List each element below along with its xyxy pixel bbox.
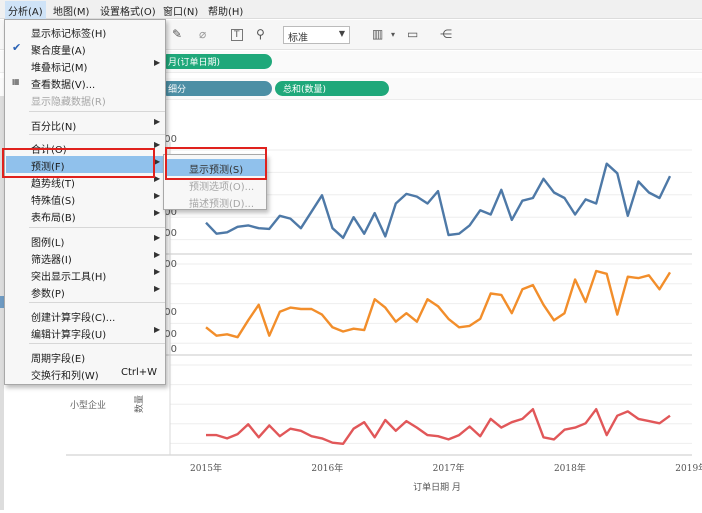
submenu-item: 描述预测(D)... (165, 193, 265, 210)
menu-item[interactable]: 堆叠标记(M) ▶ (6, 57, 164, 74)
menu-item[interactable]: 筛选器(I) ▶ (6, 249, 164, 266)
share-icon[interactable]: ⋲ (440, 27, 452, 41)
submenu-arrow-icon: ▶ (154, 325, 161, 334)
menu-bar: 分析(A) 地图(M) 设置格式(O) 窗口(N) 帮助(H) (0, 0, 702, 20)
submenu-item-label: 预测选项(O)... (189, 182, 255, 193)
menu-item-label: 突出显示工具(H) (31, 272, 107, 283)
menu-window[interactable]: 窗口(N) (163, 3, 198, 18)
menu-separator (29, 343, 165, 344)
menu-item-label: 编辑计算字段(U) (31, 330, 107, 341)
menu-item[interactable]: 突出显示工具(H) ▶ (6, 266, 164, 283)
menu-separator (29, 227, 165, 228)
rows-pill-segment-label: 细分 (168, 85, 187, 95)
menu-item-label: 图例(L) (31, 238, 65, 249)
x-tick-label: 2018年 (554, 462, 586, 474)
menu-map[interactable]: 地图(M) (53, 3, 89, 18)
chevron-down-icon: ▼ (338, 29, 345, 38)
y-tick-label: 00 (164, 134, 177, 145)
menu-item-label: 显示标记标签(H) (31, 29, 107, 40)
mark-type-value: 标准 (288, 33, 308, 44)
y-axis-title: 数量 (133, 395, 145, 413)
show-me-icon[interactable]: ▥ (372, 27, 383, 41)
menu-item[interactable]: 交换行和列(W) Ctrl+W (6, 365, 164, 382)
menu-item[interactable]: 编辑计算字段(U) ▶ (6, 324, 164, 341)
menu-item[interactable]: 特殊值(S) ▶ (6, 190, 164, 207)
menu-help[interactable]: 帮助(H) (208, 3, 243, 18)
row-header-label: 小型企业 (70, 399, 106, 411)
y-tick-label: 0 (171, 344, 177, 355)
series-line-2 (206, 408, 671, 445)
menu-item: 显示隐藏数据(R) (6, 91, 164, 108)
analysis-menu: 显示标记标签(H) ✔ 聚合度量(A) 堆叠标记(M) ▶ ▦ 查看数据(V)... 显示隐藏… (4, 19, 166, 385)
menu-item-label: 特殊值(S) (31, 196, 76, 207)
submenu-arrow-icon: ▶ (154, 250, 161, 259)
rows-pill-segment[interactable]: 细分 (160, 81, 272, 96)
text-icon[interactable]: T (231, 29, 243, 41)
data-grid-icon: ▦ (12, 77, 20, 86)
menu-item-label: 参数(P) (31, 289, 65, 300)
rows-pill-quantity-label: 总和(数量) (283, 85, 327, 95)
x-axis-title: 订单日期 月 (413, 481, 461, 493)
submenu-arrow-icon: ▶ (154, 233, 161, 242)
x-tick-label: 2017年 (433, 462, 465, 474)
menu-analysis[interactable]: 分析(A) (5, 1, 46, 20)
checkmark-icon: ✔ (12, 41, 22, 54)
menu-item-label: 聚合度量(A) (31, 46, 86, 57)
submenu-arrow-icon: ▶ (154, 191, 161, 200)
menu-item-label: 查看数据(V)... (31, 80, 96, 91)
pen-icon[interactable]: ✎ (172, 27, 182, 41)
x-tick-label: 2016年 (311, 462, 343, 474)
mark-type-dropdown[interactable]: 标准 ▼ (283, 26, 350, 44)
menu-item-label: 显示隐藏数据(R) (31, 97, 106, 108)
menu-item-label: 表布局(B) (31, 213, 76, 224)
columns-pill-label: 月(订单日期) (168, 58, 221, 68)
menu-item[interactable]: 表布局(B) ▶ (6, 207, 164, 224)
menu-item[interactable]: 百分比(N) ▶ (6, 116, 164, 133)
menu-item-label: 百分比(N) (31, 122, 77, 133)
highlight-box-forecast (2, 148, 155, 178)
pin-icon[interactable]: ⚲ (256, 27, 265, 41)
highlight-box-show-forecast (165, 147, 267, 180)
menu-item[interactable]: ▦ 查看数据(V)... (6, 74, 164, 91)
paperclip-icon[interactable]: ⌀ (199, 27, 206, 41)
menu-item[interactable]: 周期字段(E) (6, 348, 164, 365)
submenu-arrow-icon: ▶ (154, 208, 161, 217)
chevron-down-icon[interactable]: ▾ (391, 30, 395, 39)
submenu-arrow-icon: ▶ (154, 267, 161, 276)
columns-pill[interactable]: 月(订单日期) (160, 54, 272, 69)
menu-shortcut: Ctrl+W (121, 367, 158, 378)
menu-item-label: 周期字段(E) (31, 354, 86, 365)
presentation-icon[interactable]: ▭ (407, 27, 418, 41)
menu-item-label: 筛选器(I) (31, 255, 72, 266)
submenu-arrow-icon: ▶ (154, 284, 161, 293)
x-tick-label: 2019年 (675, 462, 702, 474)
menu-item[interactable]: ✔ 聚合度量(A) (6, 40, 164, 57)
menu-separator (29, 302, 165, 303)
menu-separator (29, 111, 165, 112)
menu-item[interactable]: 创建计算字段(C)... (6, 307, 164, 324)
series-line-0 (205, 162, 672, 240)
submenu-arrow-icon: ▶ (154, 117, 161, 126)
menu-item[interactable]: 显示标记标签(H) (6, 23, 164, 40)
menu-item-label: 堆叠标记(M) (31, 63, 88, 74)
submenu-arrow-icon: ▶ (154, 58, 161, 67)
menu-item[interactable]: 图例(L) ▶ (6, 232, 164, 249)
menu-item[interactable]: 参数(P) ▶ (6, 283, 164, 300)
menu-item-label: 创建计算字段(C)... (31, 313, 116, 324)
x-tick-label: 2015年 (190, 462, 222, 474)
menu-item-label: 交换行和列(W) (31, 371, 99, 382)
rows-pill-quantity[interactable]: 总和(数量) (275, 81, 389, 96)
menu-format[interactable]: 设置格式(O) (100, 3, 156, 18)
submenu-item-label: 描述预测(D)... (189, 199, 255, 210)
menu-separator (29, 134, 165, 135)
